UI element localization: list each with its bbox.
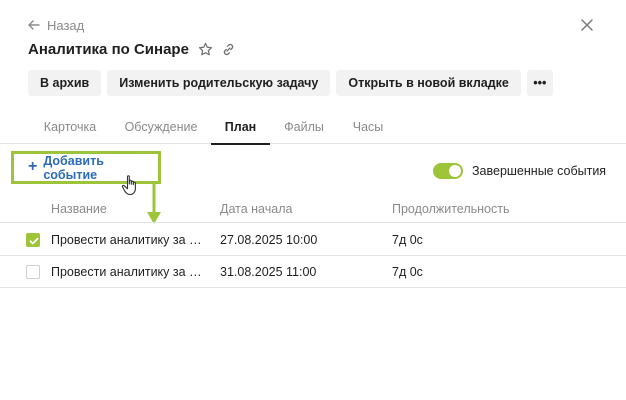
column-name: Название (51, 202, 107, 216)
plus-icon: + (28, 158, 38, 175)
row-checkbox[interactable] (26, 265, 40, 279)
row-start-date: 31.08.2025 11:00 (220, 265, 317, 279)
close-button[interactable] (578, 16, 596, 34)
back-label: Назад (47, 17, 85, 33)
row-checkbox[interactable] (26, 233, 40, 247)
column-duration: Продолжительность (392, 202, 510, 216)
completed-events-toggle-wrap: Завершенные события (433, 162, 606, 180)
completed-events-label: Завершенные события (472, 164, 607, 178)
archive-button[interactable]: В архив (28, 70, 102, 96)
action-toolbar: В архив Изменить родительскую задачу Отк… (28, 70, 553, 96)
table-row[interactable]: Провести аналитику за 2 квартал 31.08.20… (0, 256, 626, 288)
row-duration: 7д 0с (392, 233, 423, 247)
more-options-button[interactable]: ••• (526, 70, 553, 96)
arrow-left-icon (28, 20, 40, 30)
open-new-tab-button[interactable]: Открыть в новой вкладке (336, 70, 521, 96)
link-icon[interactable] (220, 40, 238, 58)
close-icon (578, 16, 596, 34)
table-row[interactable]: Провести аналитику за 1 квартал 27.08.20… (0, 224, 626, 256)
table-header: Название Дата начала Продолжительность (0, 195, 626, 223)
tab-hours[interactable]: Часы (342, 110, 394, 144)
back-link[interactable]: Назад (28, 16, 84, 34)
row-name: Провести аналитику за 2 квартал (51, 265, 203, 279)
column-start-date: Дата начала (220, 202, 293, 216)
checkmark-icon (29, 237, 39, 245)
tab-plan[interactable]: План (211, 110, 270, 145)
tab-files[interactable]: Файлы (276, 110, 332, 144)
star-icon[interactable] (197, 40, 215, 58)
row-start-date: 27.08.2025 10:00 (220, 233, 318, 247)
completed-events-toggle[interactable] (433, 163, 463, 179)
row-duration: 7д 0с (392, 265, 423, 279)
tab-bar: Карточка Обсуждение План Файлы Часы (0, 110, 626, 145)
title-row: Аналитика по Синаре (28, 38, 238, 60)
tab-discussion[interactable]: Обсуждение (118, 110, 204, 144)
tab-card[interactable]: Карточка (32, 110, 108, 144)
change-parent-task-button[interactable]: Изменить родительскую задачу (107, 70, 331, 96)
page-title: Аналитика по Синаре (28, 40, 189, 58)
row-name: Провести аналитику за 1 квартал (51, 233, 203, 247)
